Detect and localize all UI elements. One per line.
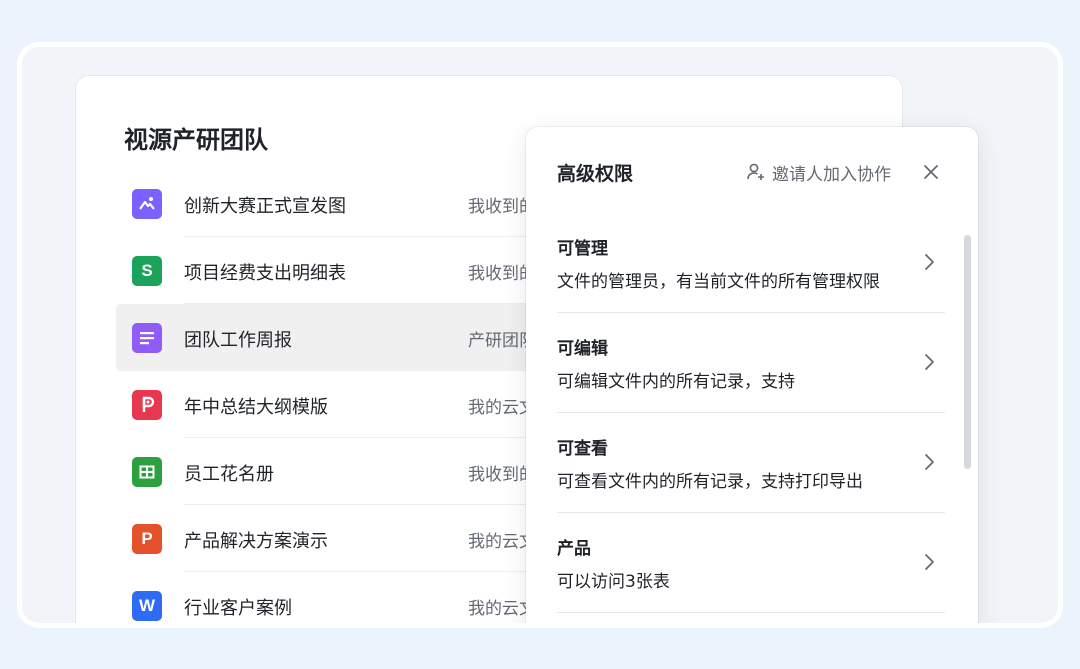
file-name: 产品解决方案演示 [184,531,328,552]
close-button[interactable] [920,161,942,183]
scrollbar[interactable] [964,235,971,469]
doc-icon [132,323,162,353]
file-name: 团队工作周报 [184,330,292,351]
page-title: 视源产研团队 [124,126,268,154]
invite-collaborator-button[interactable]: 邀请人加入协作 [746,160,891,185]
chevron-right-icon [925,354,934,370]
permission-desc: 可编辑文件内的所有记录，支持 [557,372,795,392]
chevron-right-icon [925,454,934,470]
permission-desc: 文件的管理员，有当前文件的所有管理权限 [557,272,880,292]
permission-title: 可管理 [557,239,608,259]
mindmap-icon [132,390,162,420]
panel-title: 高级权限 [557,163,634,185]
word-icon: W [132,591,162,621]
permission-title: 可查看 [557,439,608,459]
file-name: 员工花名册 [184,464,274,485]
slides-icon: P [132,524,162,554]
advanced-permissions-panel: 高级权限 邀请人加入协作 可管理 文件的管理员，有当前文件的所有管理权限 可编辑… [526,127,978,623]
permission-desc: 可查看文件内的所有记录，支持打印导出 [557,472,863,492]
permission-title: 可编辑 [557,339,608,359]
permission-title: 产品 [557,539,591,559]
file-name: 行业客户案例 [184,598,292,619]
file-name: 创新大赛正式宣发图 [184,196,346,217]
invite-label: 邀请人加入协作 [772,164,891,185]
file-name: 年中总结大纲模版 [184,397,328,418]
permission-option-manage[interactable]: 可管理 文件的管理员，有当前文件的所有管理权限 [557,213,945,313]
file-name: 项目经费支出明细表 [184,263,346,284]
close-icon [924,165,938,179]
table-icon [132,457,162,487]
permission-option-edit[interactable]: 可编辑 可编辑文件内的所有记录，支持 [557,313,945,413]
chevron-right-icon [925,254,934,270]
add-user-icon [747,163,764,180]
permission-desc: 可以访问3张表 [557,572,670,592]
sheet-icon: S [132,256,162,286]
permission-option-product[interactable]: 产品 可以访问3张表 [557,513,945,613]
chevron-right-icon [925,554,934,570]
image-icon [132,189,162,219]
permission-option-view[interactable]: 可查看 可查看文件内的所有记录，支持打印导出 [557,413,945,513]
app-window: 视源产研团队 创新大赛正式宣发图 我收到的 S 项目经费支出明细表 我收到的 团… [17,42,1063,628]
